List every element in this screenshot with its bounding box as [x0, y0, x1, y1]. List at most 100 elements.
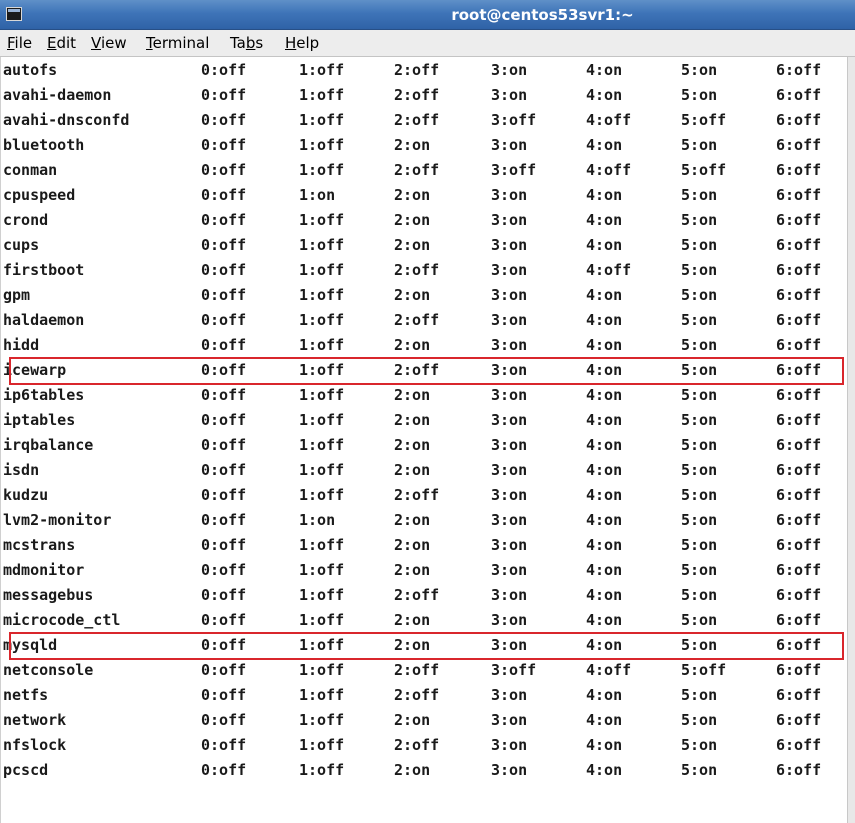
chkconfig-row: lvm2-monitor 0:off 1:on 2:on 3:on 4:on 5:on 6:o… [1, 508, 847, 533]
runlevel-0-status: 0:off [201, 511, 247, 529]
runlevel-3-status: 3:on [491, 211, 528, 229]
service-name: mdmonitor [3, 561, 85, 579]
runlevel-6-status: 6:off [776, 436, 822, 454]
runlevel-2-status: 2:off [394, 586, 440, 604]
runlevel-2-status: 2:on [394, 511, 431, 529]
runlevel-4-status: 4:on [586, 211, 623, 229]
chkconfig-row: netfs 0:off 1:off 2:off 3:on 4:on 5:on 6:off [1, 683, 847, 708]
service-name: avahi-daemon [3, 86, 112, 104]
service-name: firstboot [3, 261, 85, 279]
runlevel-6-status: 6:off [776, 311, 822, 329]
runlevel-4-status: 4:on [586, 511, 623, 529]
runlevel-0-status: 0:off [201, 586, 247, 604]
runlevel-2-status: 2:on [394, 711, 431, 729]
runlevel-4-status: 4:on [586, 586, 623, 604]
runlevel-6-status: 6:off [776, 361, 822, 379]
runlevel-5-status: 5:on [681, 511, 718, 529]
terminal-output[interactable]: autofs 0:off 1:off 2:off 3:on 4:on 5:on 6:off av… [0, 57, 847, 823]
runlevel-5-status: 5:on [681, 386, 718, 404]
runlevel-2-status: 2:off [394, 361, 440, 379]
runlevel-4-status: 4:on [586, 86, 623, 104]
runlevel-2-status: 2:off [394, 86, 440, 104]
runlevel-1-status: 1:off [299, 561, 345, 579]
service-name: haldaemon [3, 311, 85, 329]
menu-edit[interactable]: Edit [47, 30, 76, 56]
chkconfig-row: cpuspeed 0:off 1:on 2:on 3:on 4:on 5:on 6:off [1, 183, 847, 208]
runlevel-3-status: 3:on [491, 436, 528, 454]
runlevel-6-status: 6:off [776, 586, 822, 604]
runlevel-3-status: 3:on [491, 386, 528, 404]
runlevel-1-status: 1:off [299, 761, 345, 779]
chkconfig-row: hidd 0:off 1:off 2:on 3:on 4:on 5:on 6:off [1, 333, 847, 358]
runlevel-6-status: 6:off [776, 336, 822, 354]
runlevel-1-status: 1:off [299, 711, 345, 729]
menu-tabs-rest: s [255, 34, 264, 52]
runlevel-3-status: 3:on [491, 761, 528, 779]
runlevel-3-status: 3:on [491, 636, 528, 654]
runlevel-6-status: 6:off [776, 636, 822, 654]
runlevel-3-status: 3:on [491, 536, 528, 554]
runlevel-1-status: 1:off [299, 436, 345, 454]
runlevel-3-status: 3:on [491, 611, 528, 629]
runlevel-3-status: 3:on [491, 686, 528, 704]
menu-tabs[interactable]: Tabs [230, 30, 263, 56]
runlevel-6-status: 6:off [776, 686, 822, 704]
terminal-window: root@centos53svr1:~ File Edit View Termi… [0, 0, 855, 823]
runlevel-6-status: 6:off [776, 461, 822, 479]
runlevel-0-status: 0:off [201, 611, 247, 629]
runlevel-3-status: 3:on [491, 411, 528, 429]
runlevel-6-status: 6:off [776, 761, 822, 779]
runlevel-4-status: 4:on [586, 336, 623, 354]
menu-view[interactable]: View [91, 30, 127, 56]
runlevel-2-status: 2:on [394, 411, 431, 429]
service-name: iptables [3, 411, 76, 429]
runlevel-4-status: 4:on [586, 611, 623, 629]
menu-help-rest: elp [296, 34, 320, 52]
chkconfig-row: mcstrans 0:off 1:off 2:on 3:on 4:on 5:on 6:off [1, 533, 847, 558]
menu-help[interactable]: Help [285, 30, 319, 56]
menu-terminal[interactable]: Terminal [146, 30, 209, 56]
runlevel-4-status: 4:on [586, 61, 623, 79]
runlevel-6-status: 6:off [776, 711, 822, 729]
runlevel-1-status: 1:off [299, 136, 345, 154]
service-name: autofs [3, 61, 58, 79]
runlevel-1-status: 1:off [299, 61, 345, 79]
runlevel-4-status: 4:on [586, 761, 623, 779]
runlevel-6-status: 6:off [776, 86, 822, 104]
service-name: netconsole [3, 661, 94, 679]
title-bar[interactable]: root@centos53svr1:~ [0, 0, 855, 30]
runlevel-5-status: 5:off [681, 661, 727, 679]
runlevel-3-status: 3:on [491, 561, 528, 579]
runlevel-2-status: 2:off [394, 261, 440, 279]
runlevel-0-status: 0:off [201, 161, 247, 179]
runlevel-5-status: 5:on [681, 361, 718, 379]
chkconfig-row: messagebus 0:off 1:off 2:off 3:on 4:on 5:on 6:o… [1, 583, 847, 608]
runlevel-4-status: 4:on [586, 411, 623, 429]
runlevel-3-status: 3:on [491, 136, 528, 154]
chkconfig-row: icewarp 0:off 1:off 2:off 3:on 4:on 5:on 6:off [1, 358, 847, 383]
runlevel-2-status: 2:on [394, 136, 431, 154]
scrollbar[interactable] [847, 57, 855, 823]
service-name: kudzu [3, 486, 49, 504]
runlevel-3-status: 3:on [491, 186, 528, 204]
runlevel-6-status: 6:off [776, 186, 822, 204]
runlevel-6-status: 6:off [776, 386, 822, 404]
chkconfig-row: irqbalance 0:off 1:off 2:on 3:on 4:on 5:on 6:of… [1, 433, 847, 458]
menu-file[interactable]: File [7, 30, 32, 56]
runlevel-4-status: 4:on [586, 536, 623, 554]
runlevel-5-status: 5:on [681, 486, 718, 504]
runlevel-2-status: 2:off [394, 686, 440, 704]
runlevel-0-status: 0:off [201, 761, 247, 779]
chkconfig-row: mdmonitor 0:off 1:off 2:on 3:on 4:on 5:on 6:off [1, 558, 847, 583]
runlevel-2-status: 2:on [394, 461, 431, 479]
runlevel-5-status: 5:on [681, 536, 718, 554]
runlevel-6-status: 6:off [776, 511, 822, 529]
runlevel-4-status: 4:on [586, 461, 623, 479]
runlevel-0-status: 0:off [201, 561, 247, 579]
service-name: cups [3, 236, 40, 254]
runlevel-1-status: 1:off [299, 261, 345, 279]
runlevel-6-status: 6:off [776, 661, 822, 679]
service-name: cpuspeed [3, 186, 76, 204]
runlevel-4-status: 4:on [586, 386, 623, 404]
runlevel-6-status: 6:off [776, 261, 822, 279]
